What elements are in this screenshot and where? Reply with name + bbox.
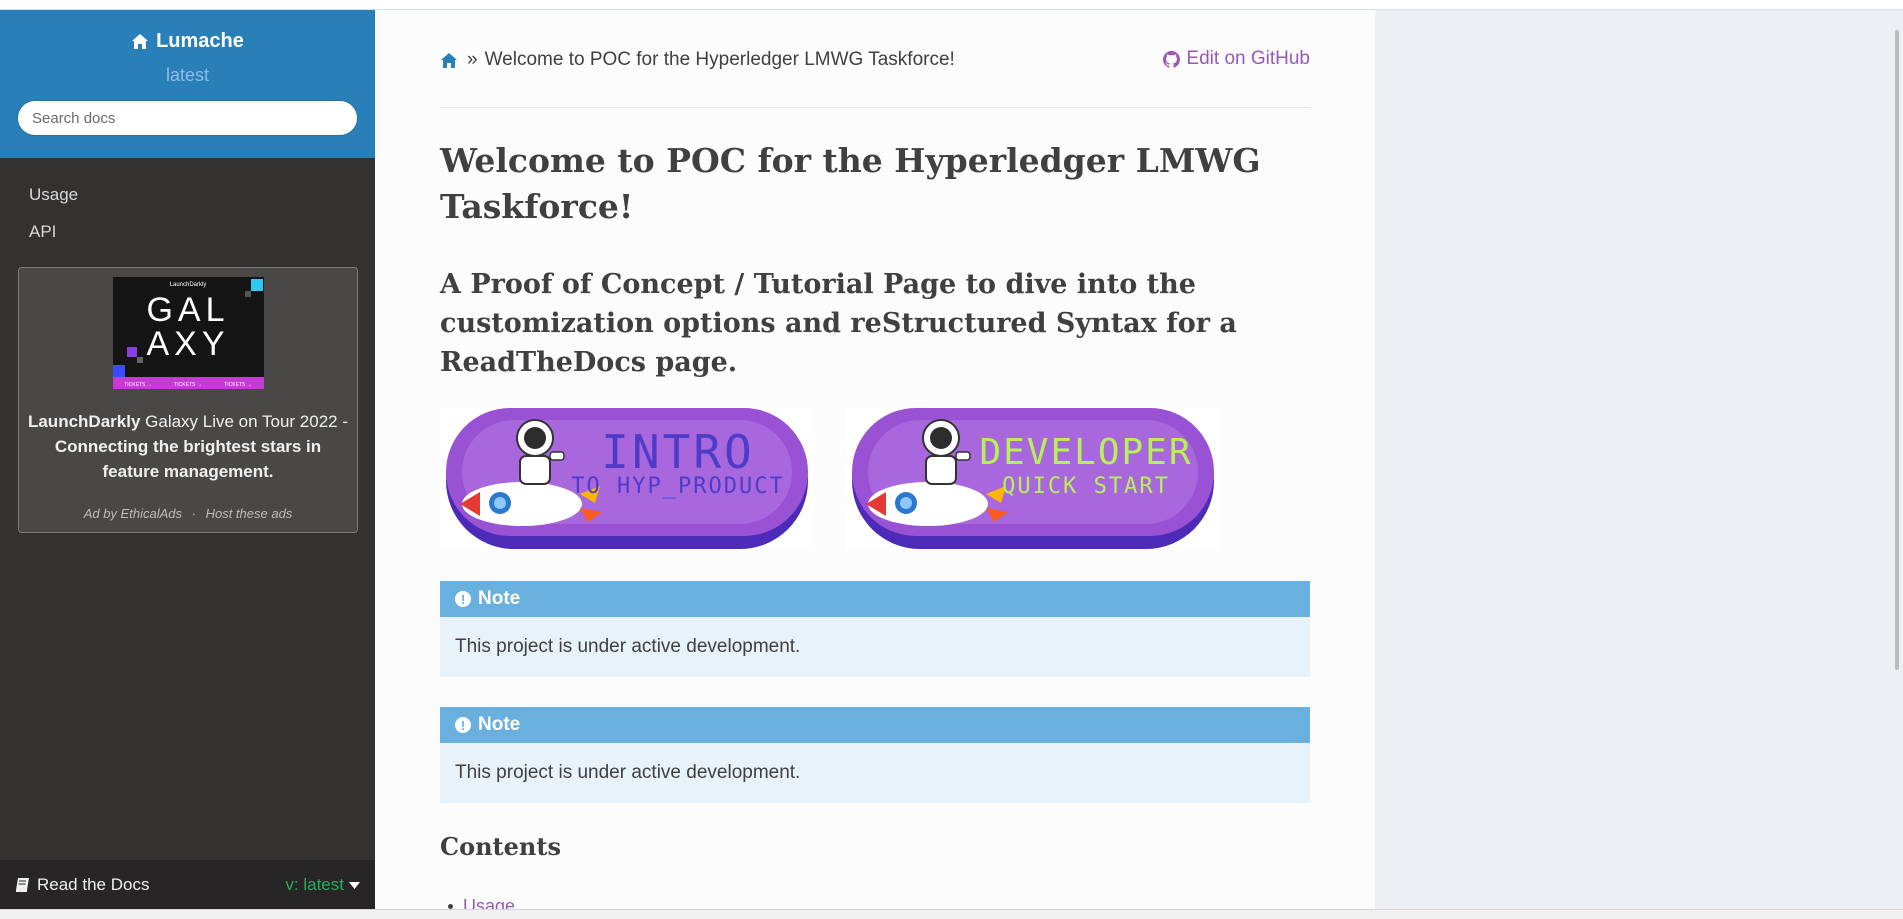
ad-meta-separator: ·	[191, 506, 196, 521]
ad-image-title-1: GAL	[146, 291, 229, 329]
developer-badge-line1: DEVELOPER	[979, 432, 1192, 473]
developer-badge-image[interactable]: DEVELOPER QUICK START	[846, 408, 1221, 551]
edit-on-github-link[interactable]: Edit on GitHub	[1163, 48, 1310, 70]
intro-badge-line2: TO HYP_PRODUCT	[571, 474, 784, 499]
home-icon	[132, 34, 149, 49]
note-body: This project is under active development…	[455, 636, 801, 657]
sidebar-item-api[interactable]: API	[0, 213, 375, 250]
note-admonition: ! Note This project is under active deve…	[440, 707, 1310, 803]
rtd-versions-bar[interactable]: Read the Docs v: latest	[0, 860, 375, 910]
developer-badge-line2: QUICK START	[1002, 474, 1170, 499]
ad-image[interactable]: LaunchDarkly GAL AXY TICKETS → TICKETS →…	[113, 277, 264, 389]
page-scrollbar[interactable]	[1895, 30, 1899, 670]
exclamation-circle-icon: !	[455, 591, 471, 607]
page-title: Welcome to POC for the Hyperledger LMWG …	[440, 141, 1261, 226]
ad-image-title-2: AXY	[146, 325, 229, 363]
ad-headline: Galaxy Live on Tour 2022 -	[145, 412, 349, 431]
exclamation-circle-icon: !	[455, 717, 471, 733]
version-label: latest	[165, 65, 210, 85]
ad-meta: Ad by EthicalAds · Host these ads	[19, 506, 357, 521]
version-selector[interactable]: v: latest	[285, 875, 360, 895]
right-background	[1375, 10, 1903, 919]
rtd-label[interactable]: Read the Docs	[15, 875, 149, 895]
ad-text[interactable]: LaunchDarkly Galaxy Live on Tour 2022 - …	[25, 409, 351, 484]
window-top-strip	[0, 0, 1903, 10]
edit-on-github-label: Edit on GitHub	[1186, 48, 1310, 69]
ad-tagline: Connecting the brightest stars in featur…	[54, 437, 322, 481]
rtd-name: Read the Docs	[37, 875, 150, 894]
brand-name: Lumache	[156, 30, 244, 52]
search-input[interactable]	[17, 100, 358, 136]
sidebar-item-usage[interactable]: Usage	[0, 176, 375, 213]
ad-image-brand: LaunchDarkly	[170, 282, 207, 288]
breadcrumb: » Welcome to POC for the Hyperledger LMW…	[440, 48, 1310, 72]
intro-badge-image[interactable]: INTRO TO HYP_PRODUCT	[440, 408, 815, 551]
home-icon[interactable]	[440, 52, 458, 69]
brand-link[interactable]: Lumache	[0, 30, 375, 53]
ad-image-ticket-3: TICKETS →	[224, 382, 252, 388]
host-ads-link[interactable]: Host these ads	[206, 506, 293, 521]
breadcrumb-separator: »	[467, 49, 478, 70]
main-content: » Welcome to POC for the Hyperledger LMW…	[375, 10, 1375, 919]
note-admonition: ! Note This project is under active deve…	[440, 581, 1310, 677]
note-title: ! Note	[440, 707, 1310, 743]
ad-image-ticket-1: TICKETS →	[124, 382, 152, 388]
intro-badge-line1: INTRO	[601, 425, 754, 479]
note-title-label: Note	[478, 588, 521, 609]
note-body: This project is under active development…	[455, 762, 801, 783]
page-subtitle: A Proof of Concept / Tutorial Page to di…	[440, 269, 1237, 378]
sidebar-header: Lumache latest	[0, 10, 375, 158]
caret-down-icon	[349, 881, 360, 889]
note-title: ! Note	[440, 581, 1310, 617]
breadcrumb-divider	[440, 107, 1310, 108]
horizontal-scrollbar[interactable]	[0, 909, 1903, 919]
sidebar: Lumache latest Usage API LaunchDarkly GA…	[0, 10, 375, 919]
current-version: v: latest	[285, 875, 344, 894]
ad-image-ticket-2: TICKETS →	[174, 382, 202, 388]
ad-sponsor: LaunchDarkly	[27, 412, 141, 431]
ad-by-link[interactable]: Ad by EthicalAds	[84, 506, 182, 521]
contents-heading: Contents	[440, 832, 561, 861]
ethical-ad[interactable]: LaunchDarkly GAL AXY TICKETS → TICKETS →…	[18, 267, 358, 533]
github-icon	[1163, 50, 1181, 68]
sidebar-nav: Usage API	[0, 158, 375, 250]
book-icon	[16, 878, 29, 892]
note-title-label: Note	[478, 714, 521, 735]
breadcrumb-current: Welcome to POC for the Hyperledger LMWG …	[484, 49, 955, 70]
